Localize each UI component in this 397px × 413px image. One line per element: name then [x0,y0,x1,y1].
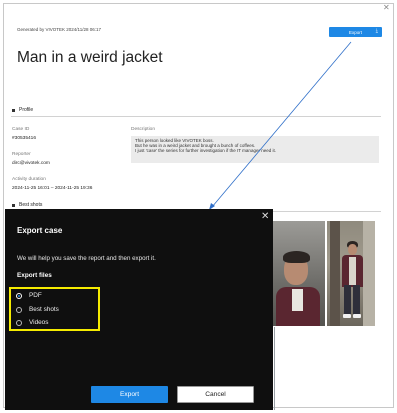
page-title: Man in a weird jacket [17,49,163,66]
best-shot-image[interactable] [327,221,375,326]
reporter-value: dirc@vivotek.com [12,161,50,166]
case-id-value: #30535416 [12,136,37,141]
description-box: This person looked like VIVOTEK boss. Bu… [131,136,379,163]
export-options-highlight [9,287,100,331]
section-marker-icon [12,203,15,207]
profile-section-header: Profile [12,107,33,113]
best-shot-image[interactable] [270,221,325,326]
dialog-message: We will help you save the report and the… [17,255,156,262]
best-shots-section-header: Best shots [12,202,42,208]
reporter-label: Reporter [12,152,31,157]
profile-divider [11,116,381,117]
activity-duration-value: 2024-11-25 16:01 – 2024-11-25 19:36 [12,186,93,191]
dialog-edge [274,327,275,410]
best-shots-label: Best shots [19,202,43,208]
description-line: I just 'case' the series for further inv… [135,148,276,154]
dialog-title: Export case [17,226,63,235]
download-icon: ⤓ [375,28,378,34]
export-button-top[interactable]: Export ⤓ [329,27,382,37]
export-button[interactable]: Export [91,386,168,403]
section-marker-icon [12,108,15,112]
export-files-label: Export files [17,272,52,279]
close-icon[interactable]: ✕ [383,4,390,12]
cancel-button[interactable]: Cancel [177,386,254,403]
activity-duration-label: Activity duration [12,177,46,182]
profile-label: Profile [19,107,34,113]
close-icon[interactable]: ✕ [261,212,269,222]
generated-by-text: Generated by VIVOTEK 2024/11/28 06:17 [17,27,101,32]
export-button-label: Export [348,29,362,35]
description-label: Description [131,127,155,132]
case-id-label: Case ID [12,127,30,132]
